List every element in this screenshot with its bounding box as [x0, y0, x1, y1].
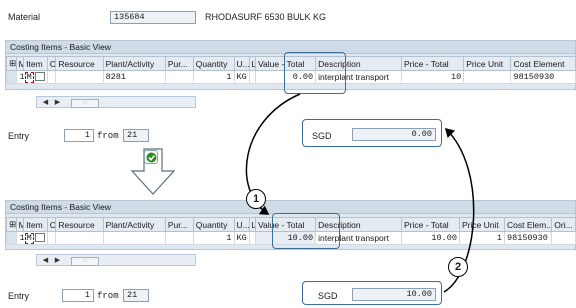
cost-element-cell[interactable]: 98150930	[510, 70, 576, 84]
item-cell[interactable]: 1M	[15, 231, 48, 245]
column-header[interactable]: Item	[23, 217, 48, 232]
entry-label-top: Entry	[8, 131, 30, 141]
column-header[interactable]: Ori...	[551, 217, 576, 232]
entry-label-bottom: Entry	[8, 291, 30, 301]
entry-field-bottom[interactable]: 1	[62, 289, 94, 302]
entry-total-bottom: 21	[123, 289, 149, 302]
material-label: Material	[8, 12, 41, 22]
column-header[interactable]: M	[15, 217, 25, 232]
scrollbar-thumb[interactable]: :::	[71, 257, 99, 266]
confirm-button[interactable]	[144, 150, 158, 164]
copy-icon[interactable]	[34, 232, 45, 242]
highlight-value-total-top	[284, 52, 346, 94]
column-header[interactable]: Item	[23, 56, 48, 71]
column-header[interactable]: Cost Element	[510, 56, 576, 71]
column-header[interactable]: Resource	[55, 56, 104, 71]
highlight-value-total-bottom	[272, 213, 340, 249]
quantity-cell[interactable]: 1	[192, 231, 235, 245]
c-cell[interactable]	[46, 70, 57, 84]
callout-badge-2: 2	[448, 257, 468, 277]
resource-cell[interactable]	[55, 231, 104, 245]
unit-cell[interactable]: KG	[233, 231, 250, 245]
price-total-cell[interactable]: 10.00	[400, 231, 460, 245]
scroll-right-icon[interactable]: ▶	[53, 256, 62, 265]
unit-cell[interactable]: KG	[233, 70, 250, 84]
column-header[interactable]: Cost Elem...	[504, 217, 553, 232]
price-total-cell[interactable]: 10	[400, 70, 465, 84]
column-header[interactable]: U...	[233, 217, 250, 232]
price-unit-cell[interactable]: 1	[458, 231, 506, 245]
scroll-right-icon[interactable]: ▶	[53, 98, 62, 107]
table-nav-bar-top: ◀ ▶ :::	[36, 96, 196, 108]
table-settings-icon[interactable]: ⊞	[9, 58, 15, 68]
column-header[interactable]: Pur...	[164, 56, 194, 71]
column-header[interactable]: Quantity	[192, 56, 235, 71]
column-header[interactable]: L	[248, 217, 257, 232]
plant-activity-cell[interactable]: 8281	[102, 70, 166, 84]
column-header[interactable]: Plant/Activity	[102, 56, 166, 71]
column-header[interactable]: Price Unit	[458, 217, 506, 232]
category-cell[interactable]: M	[24, 71, 34, 83]
purchasing-cell[interactable]	[164, 70, 194, 84]
callout-badge-1: 1	[246, 189, 266, 209]
entry-total-top: 21	[123, 129, 149, 142]
column-header[interactable]: Quantity	[192, 217, 235, 232]
row-selector[interactable]	[6, 70, 17, 84]
column-header[interactable]: M	[15, 56, 25, 71]
origin-cell[interactable]	[551, 231, 576, 245]
column-header[interactable]: Price Unit	[463, 56, 512, 71]
item-cell[interactable]: 1M	[15, 70, 48, 84]
highlight-total-top	[302, 119, 442, 147]
highlight-total-bottom	[302, 281, 442, 305]
material-code-field[interactable]: 135684	[110, 11, 196, 24]
table-nav-bar-bottom: ◀ ▶ :::	[36, 254, 196, 266]
column-header[interactable]: ⊞	[6, 217, 17, 232]
entry-field-top[interactable]: 1	[64, 129, 94, 142]
column-header[interactable]: Price - Total	[400, 217, 460, 232]
price-unit-cell[interactable]	[463, 70, 512, 84]
scrollbar-thumb[interactable]: :::	[71, 99, 99, 108]
column-header[interactable]: U...	[233, 56, 250, 71]
from-label-bottom: from	[97, 291, 119, 301]
scroll-left-icon[interactable]: ◀	[41, 256, 50, 265]
column-header[interactable]: L	[248, 56, 257, 71]
column-header[interactable]: ⊞	[6, 56, 17, 71]
c-cell[interactable]	[46, 231, 57, 245]
resource-cell[interactable]	[55, 70, 104, 84]
copy-icon[interactable]	[34, 71, 45, 81]
column-header[interactable]: C	[46, 56, 57, 71]
column-header[interactable]: Pur...	[164, 217, 194, 232]
row-selector[interactable]	[6, 231, 17, 245]
check-icon	[146, 152, 157, 163]
column-header[interactable]: Plant/Activity	[102, 217, 166, 232]
column-header[interactable]: C	[46, 217, 57, 232]
material-description: RHODASURF 6530 BULK KG	[205, 12, 327, 22]
plant-activity-cell[interactable]	[102, 231, 166, 245]
quantity-cell[interactable]: 1	[192, 70, 235, 84]
table-settings-icon[interactable]: ⊞	[9, 219, 15, 229]
purchasing-cell[interactable]	[164, 231, 194, 245]
cost-element-cell[interactable]: 98150930	[504, 231, 553, 245]
column-header[interactable]: Resource	[55, 217, 104, 232]
category-cell[interactable]: M	[24, 232, 34, 244]
from-label-top: from	[97, 131, 119, 141]
column-header[interactable]: Price - Total	[400, 56, 465, 71]
scroll-left-icon[interactable]: ◀	[41, 98, 50, 107]
